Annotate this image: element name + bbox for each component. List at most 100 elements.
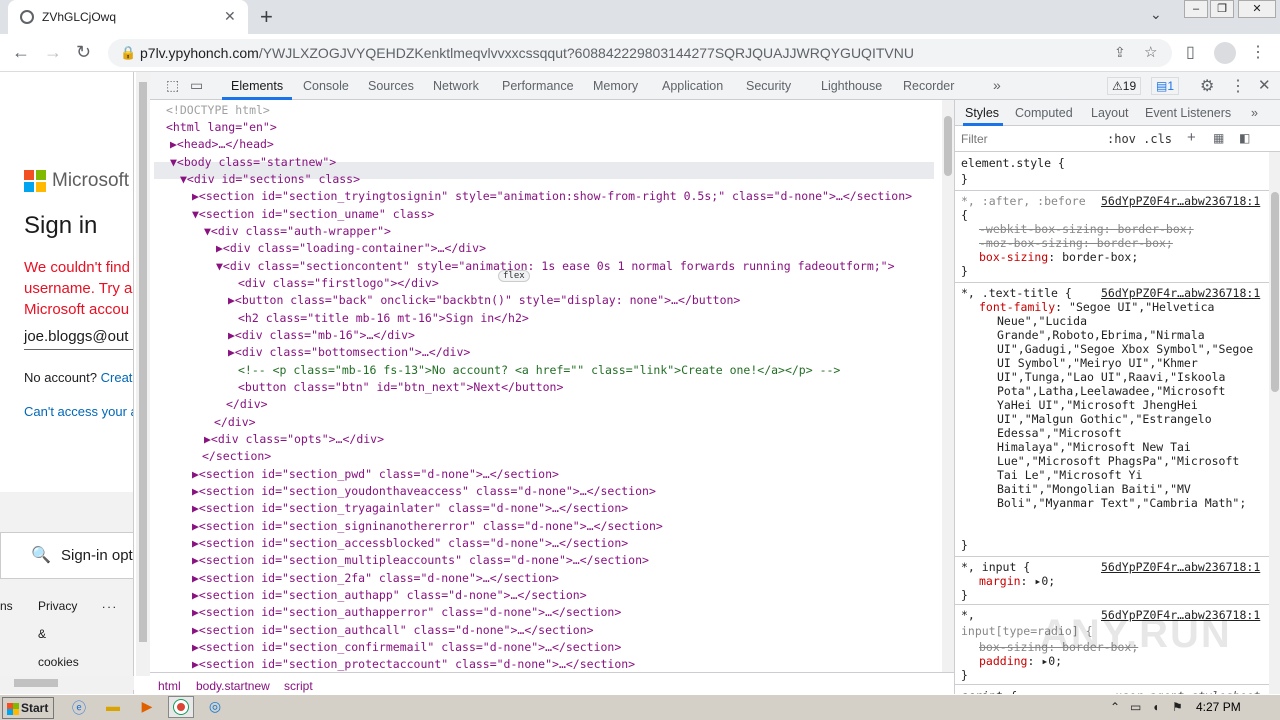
dom-line[interactable]: ▶<section id="section_protectaccount" cl… <box>192 656 635 673</box>
rule3-selector[interactable]: *, input { <box>961 560 1030 574</box>
rule4-selector[interactable]: *, <box>961 608 975 622</box>
tab-computed[interactable]: Computed <box>1015 106 1073 120</box>
new-tab-icon[interactable]: + <box>260 4 273 30</box>
rule2-source-link[interactable]: 56dYpPZ0F4r…abw236718:1 <box>1101 286 1260 300</box>
dom-comment[interactable]: <!-- <p class="mb-16 fs-13">No account? … <box>238 362 840 379</box>
forward-icon[interactable]: → <box>44 42 62 63</box>
dom-line[interactable]: ▶<div class="loading-container">…</div> <box>216 240 486 257</box>
signin-options-button[interactable]: 🔍 Sign-in opt <box>0 532 133 579</box>
rule1-prop-webkit[interactable]: -webkit-box-sizing: border-box; <box>979 222 1194 236</box>
breadcrumb-body[interactable]: body.startnew <box>196 679 270 693</box>
lock-icon[interactable]: 🔒 <box>120 45 136 61</box>
dom-line[interactable]: <div class="firstlogo"></div> <box>238 275 439 292</box>
footer-privacy-link[interactable]: Privacy <box>38 599 77 613</box>
security-icon[interactable]: ⚑ <box>1172 700 1183 714</box>
dom-line[interactable]: ▼<body class="startnew"> <box>170 154 336 171</box>
dom-line[interactable]: ▶<div class="mb-16">…</div> <box>228 327 415 344</box>
sidebar-toggle-icon[interactable]: ◧ <box>1239 131 1250 145</box>
ie-icon[interactable]: ⓔ <box>68 698 90 718</box>
rule1-selector[interactable]: *, :after, :before <box>961 194 1086 208</box>
dom-line[interactable]: <html lang="en"> <box>166 119 277 136</box>
dom-line[interactable]: ▶<section id="section_accessblocked" cla… <box>192 535 628 552</box>
warnings-badge[interactable]: ⚠19 <box>1107 77 1142 95</box>
chevron-down-icon[interactable]: ⌄ <box>1150 6 1162 23</box>
volume-icon[interactable]: ◖ <box>1152 700 1159 714</box>
side-panel-icon[interactable]: ▯ <box>1186 42 1195 62</box>
rule1-prop-box-sizing[interactable]: box-sizing: border-box; <box>979 250 1138 264</box>
dom-line[interactable]: ▶<button class="back" onclick="backbtn()… <box>228 292 740 309</box>
page-vertical-scrollbar[interactable] <box>136 72 150 676</box>
elements-scroll-thumb[interactable] <box>944 116 952 176</box>
tab-recorder[interactable]: Recorder <box>903 79 954 93</box>
back-icon[interactable]: ← <box>12 42 30 63</box>
tab-application[interactable]: Application <box>662 79 723 93</box>
kebab-menu-icon[interactable]: ⋮ <box>1230 76 1246 96</box>
more-tabs-icon[interactable]: » <box>993 77 1001 93</box>
tab-event-listeners[interactable]: Event Listeners <box>1145 106 1231 120</box>
media-player-icon[interactable]: ▶ <box>136 698 158 718</box>
footer-cookies-link[interactable]: cookies <box>38 655 79 669</box>
tab-lighthouse[interactable]: Lighthouse <box>821 79 882 93</box>
edge-icon[interactable]: ◎ <box>204 698 226 718</box>
url-text[interactable]: p7lv.ypyhonch.com/YWJLXZOGJVYQEHDZKenktl… <box>140 45 970 61</box>
browser-tab[interactable]: ZVhGLCjOwq ✕ <box>8 0 248 34</box>
styles-scrollbar[interactable] <box>1269 152 1280 700</box>
inspect-element-icon[interactable]: ⬚ <box>166 77 179 94</box>
network-icon[interactable]: ▭ <box>1130 700 1141 714</box>
messages-badge[interactable]: ▤1 <box>1151 77 1180 95</box>
tab-performance[interactable]: Performance <box>502 79 574 93</box>
rule1-source-link[interactable]: 56dYpPZ0F4r…abw236718:1 <box>1101 194 1260 208</box>
breadcrumb-script[interactable]: script <box>284 679 313 693</box>
cant-access-link[interactable]: Can't access your a <box>24 404 133 419</box>
rule3-source-link[interactable]: 56dYpPZ0F4r…abw236718:1 <box>1101 560 1260 574</box>
address-bar[interactable]: 🔒 p7lv.ypyhonch.com/YWJLXZOGJVYQEHDZKenk… <box>108 39 1172 67</box>
minimize-button[interactable]: ‒ <box>1184 0 1208 18</box>
elements-tree[interactable]: <!DOCTYPE html> <html lang="en"> ▶<head>… <box>150 100 954 680</box>
star-icon[interactable]: ☆ <box>1144 43 1157 61</box>
dom-line[interactable]: ▶<section id="section_authapp" class="d-… <box>192 587 587 604</box>
device-toolbar-icon[interactable]: ▭ <box>190 77 203 94</box>
rule2-selector[interactable]: *, .text-title { <box>961 286 1072 300</box>
close-devtools-icon[interactable]: ✕ <box>1258 76 1271 94</box>
tab-sources[interactable]: Sources <box>368 79 414 93</box>
tab-network[interactable]: Network <box>433 79 479 93</box>
dom-line[interactable]: ▼<div class="auth-wrapper"> <box>204 223 391 240</box>
dom-line[interactable]: </div> <box>226 396 268 413</box>
dom-line[interactable]: ▶<section id="section_authcall" class="d… <box>192 622 594 639</box>
dom-line[interactable]: ▶<section id="section_2fa" class="d-none… <box>192 570 559 587</box>
dom-line[interactable]: <!DOCTYPE html> <box>166 102 270 119</box>
rule2-prop-font-family[interactable]: font-family: "Segoe UI","Helvetica <box>979 300 1214 314</box>
dom-line[interactable]: ▶<div class="opts">…</div> <box>204 431 384 448</box>
rule3-prop-margin[interactable]: margin: ▸0; <box>979 574 1055 588</box>
page-horizontal-scrollbar[interactable] <box>0 676 134 690</box>
dom-line[interactable]: ▶<section id="section_multipleaccounts" … <box>192 552 649 569</box>
dom-line[interactable]: <h2 class="title mb-16 mt-16">Sign in</h… <box>238 310 529 327</box>
chrome-icon[interactable] <box>168 696 194 718</box>
maximize-button[interactable]: ❐ <box>1210 0 1234 18</box>
tray-chevron-icon[interactable]: ⌃ <box>1110 700 1120 714</box>
start-button[interactable]: Start <box>2 697 54 719</box>
dom-line[interactable]: ▶<section id="section_confirmemail" clas… <box>192 639 621 656</box>
footer-terms-link[interactable]: ns <box>0 599 13 613</box>
dom-line[interactable]: ▶<section id="section_youdonthaveaccess"… <box>192 483 656 500</box>
rule1-prop-moz[interactable]: -moz-box-sizing: border-box; <box>979 236 1173 250</box>
dom-line[interactable]: </div> <box>214 414 256 431</box>
elements-scrollbar[interactable] <box>942 100 954 672</box>
dom-line[interactable]: ▶<head>…</head> <box>170 136 274 153</box>
close-window-button[interactable]: ✕ <box>1238 0 1276 18</box>
more-tabs-icon[interactable]: » <box>1251 106 1258 120</box>
reload-icon[interactable]: ↻ <box>76 42 91 63</box>
folder-icon[interactable]: ▬ <box>102 698 124 718</box>
dom-line[interactable]: ▼<div class="sectioncontent" style="anim… <box>216 258 895 275</box>
hov-cls-toggles[interactable]: :hov .cls <box>1107 132 1172 146</box>
close-tab-icon[interactable]: ✕ <box>224 8 236 25</box>
email-field[interactable]: joe.bloggs@out <box>24 328 133 350</box>
add-rule-icon[interactable]: + <box>1187 129 1196 146</box>
element-style-rule[interactable]: element.style { <box>961 156 1065 170</box>
tab-security[interactable]: Security <box>746 79 791 93</box>
tab-layout[interactable]: Layout <box>1091 106 1129 120</box>
dom-line[interactable]: ▶<div class="bottomsection">…</div> <box>228 344 470 361</box>
breadcrumb-html[interactable]: html <box>158 679 181 693</box>
dom-line[interactable]: ▼<div id="sections" class> <box>180 171 360 188</box>
kebab-menu-icon[interactable]: ⋮ <box>1250 42 1266 62</box>
